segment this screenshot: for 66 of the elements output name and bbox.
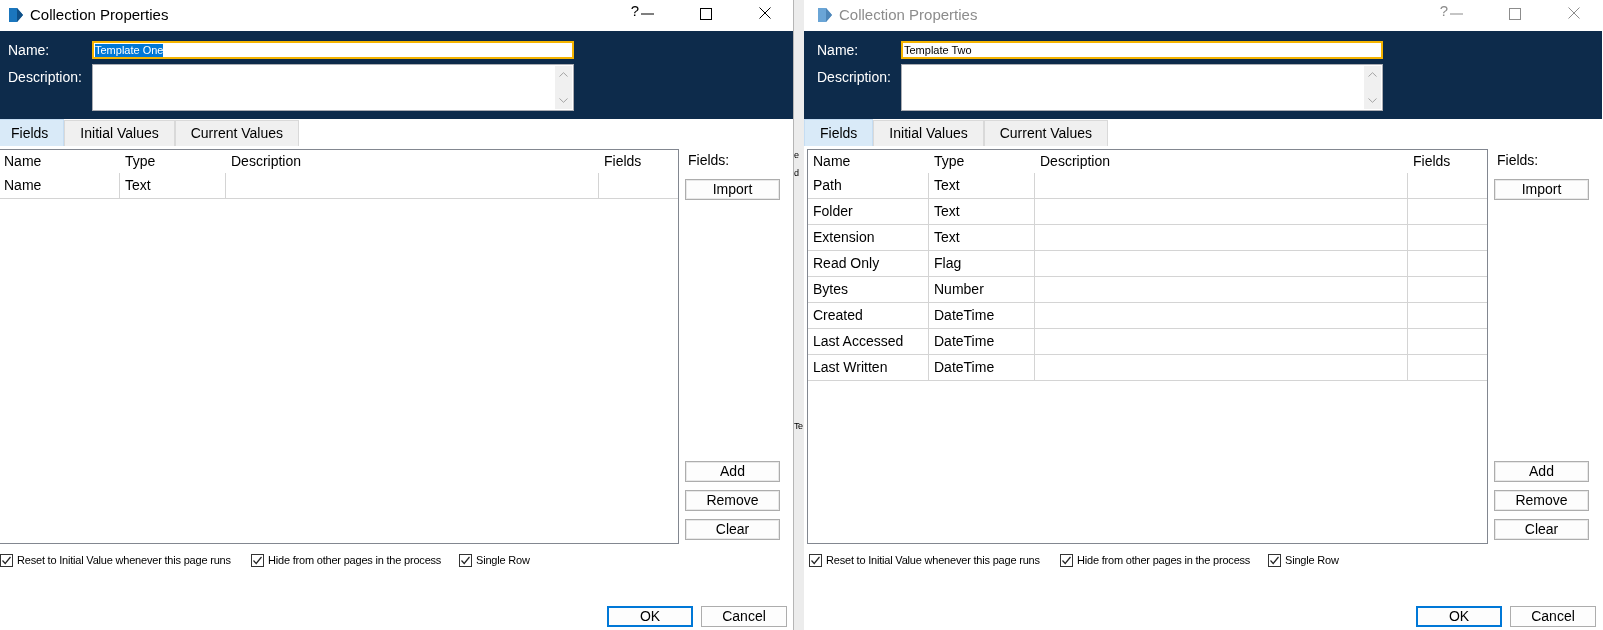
table-cell: DateTime (929, 329, 1035, 354)
field-label: Description: (817, 68, 892, 85)
clear-button[interactable]: Clear (685, 519, 780, 540)
column-header[interactable]: Type (120, 150, 226, 173)
background-text: d (794, 168, 799, 179)
field-text: Template One (95, 43, 164, 57)
panel-label: Fields: (1496, 153, 1539, 168)
app-logo-icon (8, 7, 24, 23)
chevron-down-icon[interactable] (559, 98, 568, 103)
name-field[interactable]: Template One (92, 41, 574, 59)
window-title: Collection Properties (839, 6, 978, 24)
field-label: Name: (817, 42, 860, 58)
help-button[interactable]: ? (630, 3, 639, 19)
cancel-button[interactable]: Cancel (701, 606, 787, 627)
description-field[interactable] (92, 64, 574, 111)
table-cell: Path (808, 173, 929, 198)
table-cell: Bytes (808, 277, 929, 302)
close-icon[interactable] (759, 7, 771, 19)
panel-label: Fields: (687, 153, 730, 168)
field-text: Template Two (904, 43, 972, 57)
table-cell: Extension (808, 225, 929, 250)
chevron-down-icon[interactable] (1368, 98, 1377, 103)
window-title: Collection Properties (30, 6, 169, 24)
tab[interactable]: Current Values (174, 120, 300, 146)
column-header[interactable]: Description (226, 150, 599, 173)
checkbox-label: Reset to Initial Value whenever this page runs (826, 554, 1040, 567)
checkbox[interactable] (0, 554, 13, 567)
checkbox[interactable] (459, 554, 472, 567)
table-cell: Text (929, 173, 1035, 198)
table-cell: Text (120, 173, 226, 198)
background-text: e (794, 150, 799, 161)
column-header[interactable]: Name (0, 150, 120, 173)
checkbox[interactable] (251, 554, 264, 567)
ok-button[interactable]: OK (607, 606, 693, 627)
column-header[interactable]: Fields (599, 150, 678, 173)
table-cell: DateTime (929, 303, 1035, 328)
checkbox-label: Hide from other pages in the process (268, 554, 442, 567)
checkbox-label: Single Row (476, 554, 530, 567)
table-cell: Read Only (808, 251, 929, 276)
scrollbar[interactable] (555, 66, 572, 109)
tab[interactable]: Initial Values (64, 120, 175, 146)
tab[interactable]: Fields (0, 119, 65, 146)
checkbox-label: Hide from other pages in the process (1077, 554, 1251, 567)
checkbox-label: Reset to Initial Value whenever this page runs (17, 554, 231, 567)
add-button[interactable]: Add (685, 461, 780, 482)
table-cell: DateTime (929, 355, 1035, 380)
import-button[interactable]: Import (685, 179, 780, 200)
checkbox-label: Single Row (1285, 554, 1339, 567)
table-cell: Name (0, 173, 120, 198)
scrollbar[interactable] (1364, 66, 1381, 109)
table-cell: Last Written (808, 355, 929, 380)
table-cell: Last Accessed (808, 329, 929, 354)
maximize-icon[interactable] (700, 8, 712, 20)
table-cell: Text (929, 199, 1035, 224)
field-label: Description: (8, 68, 83, 85)
table-cell: Created (808, 303, 929, 328)
table-cell: Text (929, 225, 1035, 250)
table-cell: Folder (808, 199, 929, 224)
remove-button[interactable]: Remove (685, 490, 780, 511)
field-label: Name: (8, 42, 51, 58)
chevron-up-icon[interactable] (1368, 72, 1377, 77)
app-logo-icon (817, 7, 833, 23)
table-cell: Number (929, 277, 1035, 302)
table-cell: Flag (929, 251, 1035, 276)
background-text: Te (794, 421, 803, 432)
chevron-up-icon[interactable] (559, 72, 568, 77)
